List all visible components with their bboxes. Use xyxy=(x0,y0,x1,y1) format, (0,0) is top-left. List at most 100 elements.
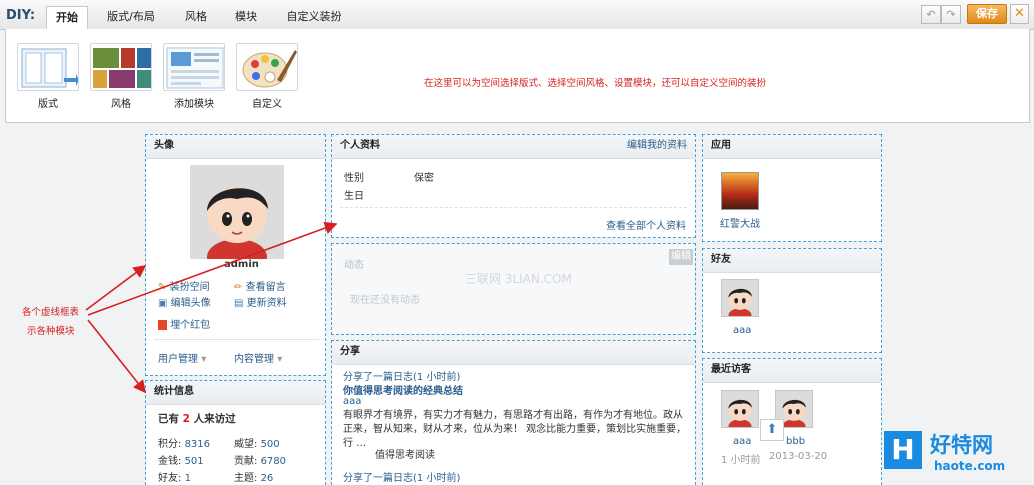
profile-card-icon: ▤ xyxy=(234,298,244,309)
stat-topics: 主题: 26 xyxy=(234,473,274,484)
share-module[interactable]: 分享 分享了一篇日志(1 小时前) 你值得思考阅读的经典总结 aaa 有眼界才有… xyxy=(331,340,696,485)
diy-panel: 版式 风格 添加模块 自定义 在这里可以为空间选择版式、选择空间风格、设置模块，… xyxy=(5,29,1030,123)
tool-custom-label: 自定义 xyxy=(252,99,282,110)
feed-module[interactable]: 动态 编辑 三联网 3LIAN.COM 现在还没有动态 xyxy=(331,243,696,335)
content-manage-label: 内容管理 xyxy=(234,354,274,365)
annotation-line-2: 示各种模块 xyxy=(27,326,75,337)
update-profile-link[interactable]: ▤ 更新资料 xyxy=(234,294,287,309)
decorate-space-label: 装扮空间 xyxy=(169,282,210,293)
stats-module[interactable]: 统计信息 已有 2 人来访过 积分: 8316 威望: 500 金钱: 501 … xyxy=(145,380,326,485)
profile-module-title: 个人资料 编辑我的资料 xyxy=(332,135,695,159)
friend-avatar-face-icon xyxy=(722,280,758,316)
layout-icon xyxy=(17,43,79,91)
avatar-divider xyxy=(154,339,319,340)
tool-add-module-label: 添加模块 xyxy=(174,99,214,110)
stat-points: 积分: 8316 xyxy=(158,439,211,450)
field-gender-label: 性别 xyxy=(344,173,364,184)
scroll-up-icon[interactable]: ⬆ xyxy=(760,419,784,441)
friend-avatar[interactable] xyxy=(721,279,759,317)
friend-name[interactable]: aaa xyxy=(733,325,751,336)
visits-count: 2 xyxy=(182,413,190,425)
avatar-username[interactable]: admin xyxy=(224,259,259,270)
style-icon xyxy=(90,43,152,91)
visits-line: 已有 2 人来访过 xyxy=(158,411,236,426)
diy-hint-text: 在这里可以为空间选择版式、选择空间风格、设置模块，还可以自定义空间的装扮 xyxy=(424,78,767,89)
haote-site-name: 好特网 xyxy=(930,433,993,457)
edit-avatar-link[interactable]: ▣ 编辑头像 xyxy=(158,294,211,309)
apps-module-title: 应用 xyxy=(703,135,881,159)
close-button[interactable]: ✕ xyxy=(1010,4,1029,24)
tab-custom[interactable]: 自定义装扮 xyxy=(276,6,352,30)
tool-custom[interactable]: 自定义 xyxy=(234,43,300,110)
tab-style[interactable]: 风格 xyxy=(176,6,216,30)
tab-module[interactable]: 模块 xyxy=(226,6,266,30)
chevron-down-icon: ▾ xyxy=(277,354,283,365)
share-item-body: 有眼界才有境界，有实力才有魅力，有思路才有出路，有作为才有地位。政从正来，智从知… xyxy=(343,410,687,449)
haote-logo-icon: H xyxy=(884,431,922,469)
share-module-title: 分享 xyxy=(332,341,695,365)
image-icon: ▣ xyxy=(158,298,168,309)
friends-module[interactable]: 好友 aaa xyxy=(702,248,882,353)
visitor-time: 2013-03-20 xyxy=(769,451,828,462)
undo-icon: ↶ xyxy=(926,8,936,21)
field-birthday-label: 生日 xyxy=(344,191,364,202)
visitor-name[interactable]: bbb xyxy=(786,436,805,447)
friends-module-title: 好友 xyxy=(703,249,881,273)
annotation-arrow xyxy=(85,265,147,311)
tool-style-label: 风格 xyxy=(111,99,131,110)
avatar-module-title: 头像 xyxy=(146,135,325,159)
edit-profile-link[interactable]: 编辑我的资料 xyxy=(627,135,687,157)
view-all-profile-link[interactable]: 查看全部个人资料 xyxy=(606,217,686,232)
visitor-avatar-face-icon xyxy=(722,391,758,427)
decorate-space-link[interactable]: ✎ 装扮空间 xyxy=(158,278,210,293)
profile-divider xyxy=(340,207,687,208)
visits-suffix: 人来访过 xyxy=(193,413,236,425)
view-messages-link[interactable]: ✏ 查看留言 xyxy=(234,278,286,293)
avatar-module[interactable]: 头像 admin ✎ 装扮空间 ✏ 查看留言 ▣ 编辑头像 ▤ 更新资料 埋个红… xyxy=(145,134,326,376)
share-item-author[interactable]: aaa xyxy=(343,396,361,407)
save-button[interactable]: 保存 xyxy=(967,4,1007,24)
annotation-arrow xyxy=(87,319,146,394)
visitor-avatar[interactable] xyxy=(721,390,759,428)
app-name[interactable]: 红警大战 xyxy=(720,215,760,230)
profile-module[interactable]: 个人资料 编辑我的资料 性别 保密 生日 查看全部个人资料 xyxy=(331,134,696,238)
red-packet-label: 埋个红包 xyxy=(170,320,211,331)
redo-button[interactable]: ↷ xyxy=(941,5,961,24)
red-packet-link[interactable]: 埋个红包 xyxy=(158,316,210,331)
tab-start[interactable]: 开始 xyxy=(46,6,88,30)
stat-contribution: 贡献: 6780 xyxy=(234,456,287,467)
feed-module-title: 动态 xyxy=(344,260,364,271)
share-item-title[interactable]: 你值得思考阅读的经典总结 xyxy=(343,382,463,397)
apps-module[interactable]: 应用 红警大战 xyxy=(702,134,882,242)
visitor-name[interactable]: aaa xyxy=(733,436,751,447)
tool-layout[interactable]: 版式 xyxy=(15,43,81,110)
tool-layout-label: 版式 xyxy=(38,99,58,110)
field-gender-value: 保密 xyxy=(414,173,434,184)
view-messages-label: 查看留言 xyxy=(245,282,286,293)
avatar[interactable] xyxy=(190,165,284,259)
share-item-quote: 值得思考阅读 xyxy=(375,450,435,461)
brush-icon: ✎ xyxy=(158,282,167,293)
diy-label: DIY: xyxy=(6,8,36,23)
palette-icon xyxy=(236,43,298,91)
chevron-down-icon: ▾ xyxy=(201,354,207,365)
edit-avatar-label: 编辑头像 xyxy=(170,298,211,309)
red-packet-icon xyxy=(158,320,167,330)
app-red-alert-icon[interactable] xyxy=(721,172,759,210)
diy-toolbar: DIY: 开始 版式/布局 风格 模块 自定义装扮 ↶ ↷ 保存 ✕ xyxy=(0,0,1034,30)
undo-button[interactable]: ↶ xyxy=(921,5,941,24)
stats-module-title: 统计信息 xyxy=(146,381,325,405)
feed-empty-text: 现在还没有动态 xyxy=(350,295,420,306)
content-manage-menu[interactable]: 内容管理 ▾ xyxy=(234,350,282,365)
tool-add-module[interactable]: 添加模块 xyxy=(161,43,227,110)
redo-icon: ↷ xyxy=(946,8,956,21)
stat-money: 金钱: 501 xyxy=(158,456,204,467)
user-manage-menu[interactable]: 用户管理 ▾ xyxy=(158,350,206,365)
tool-style[interactable]: 风格 xyxy=(88,43,154,110)
feed-edit-button[interactable]: 编辑 xyxy=(669,249,693,265)
annotation-line-1: 各个虚线框表 xyxy=(22,307,80,318)
user-manage-label: 用户管理 xyxy=(158,354,198,365)
visitors-module[interactable]: 最近访客 ⬆ aaa bbb 1 小时前 2013-03-20 xyxy=(702,358,882,485)
tab-layout[interactable]: 版式/布局 xyxy=(98,6,164,30)
visitors-module-title: 最近访客 xyxy=(703,359,881,383)
